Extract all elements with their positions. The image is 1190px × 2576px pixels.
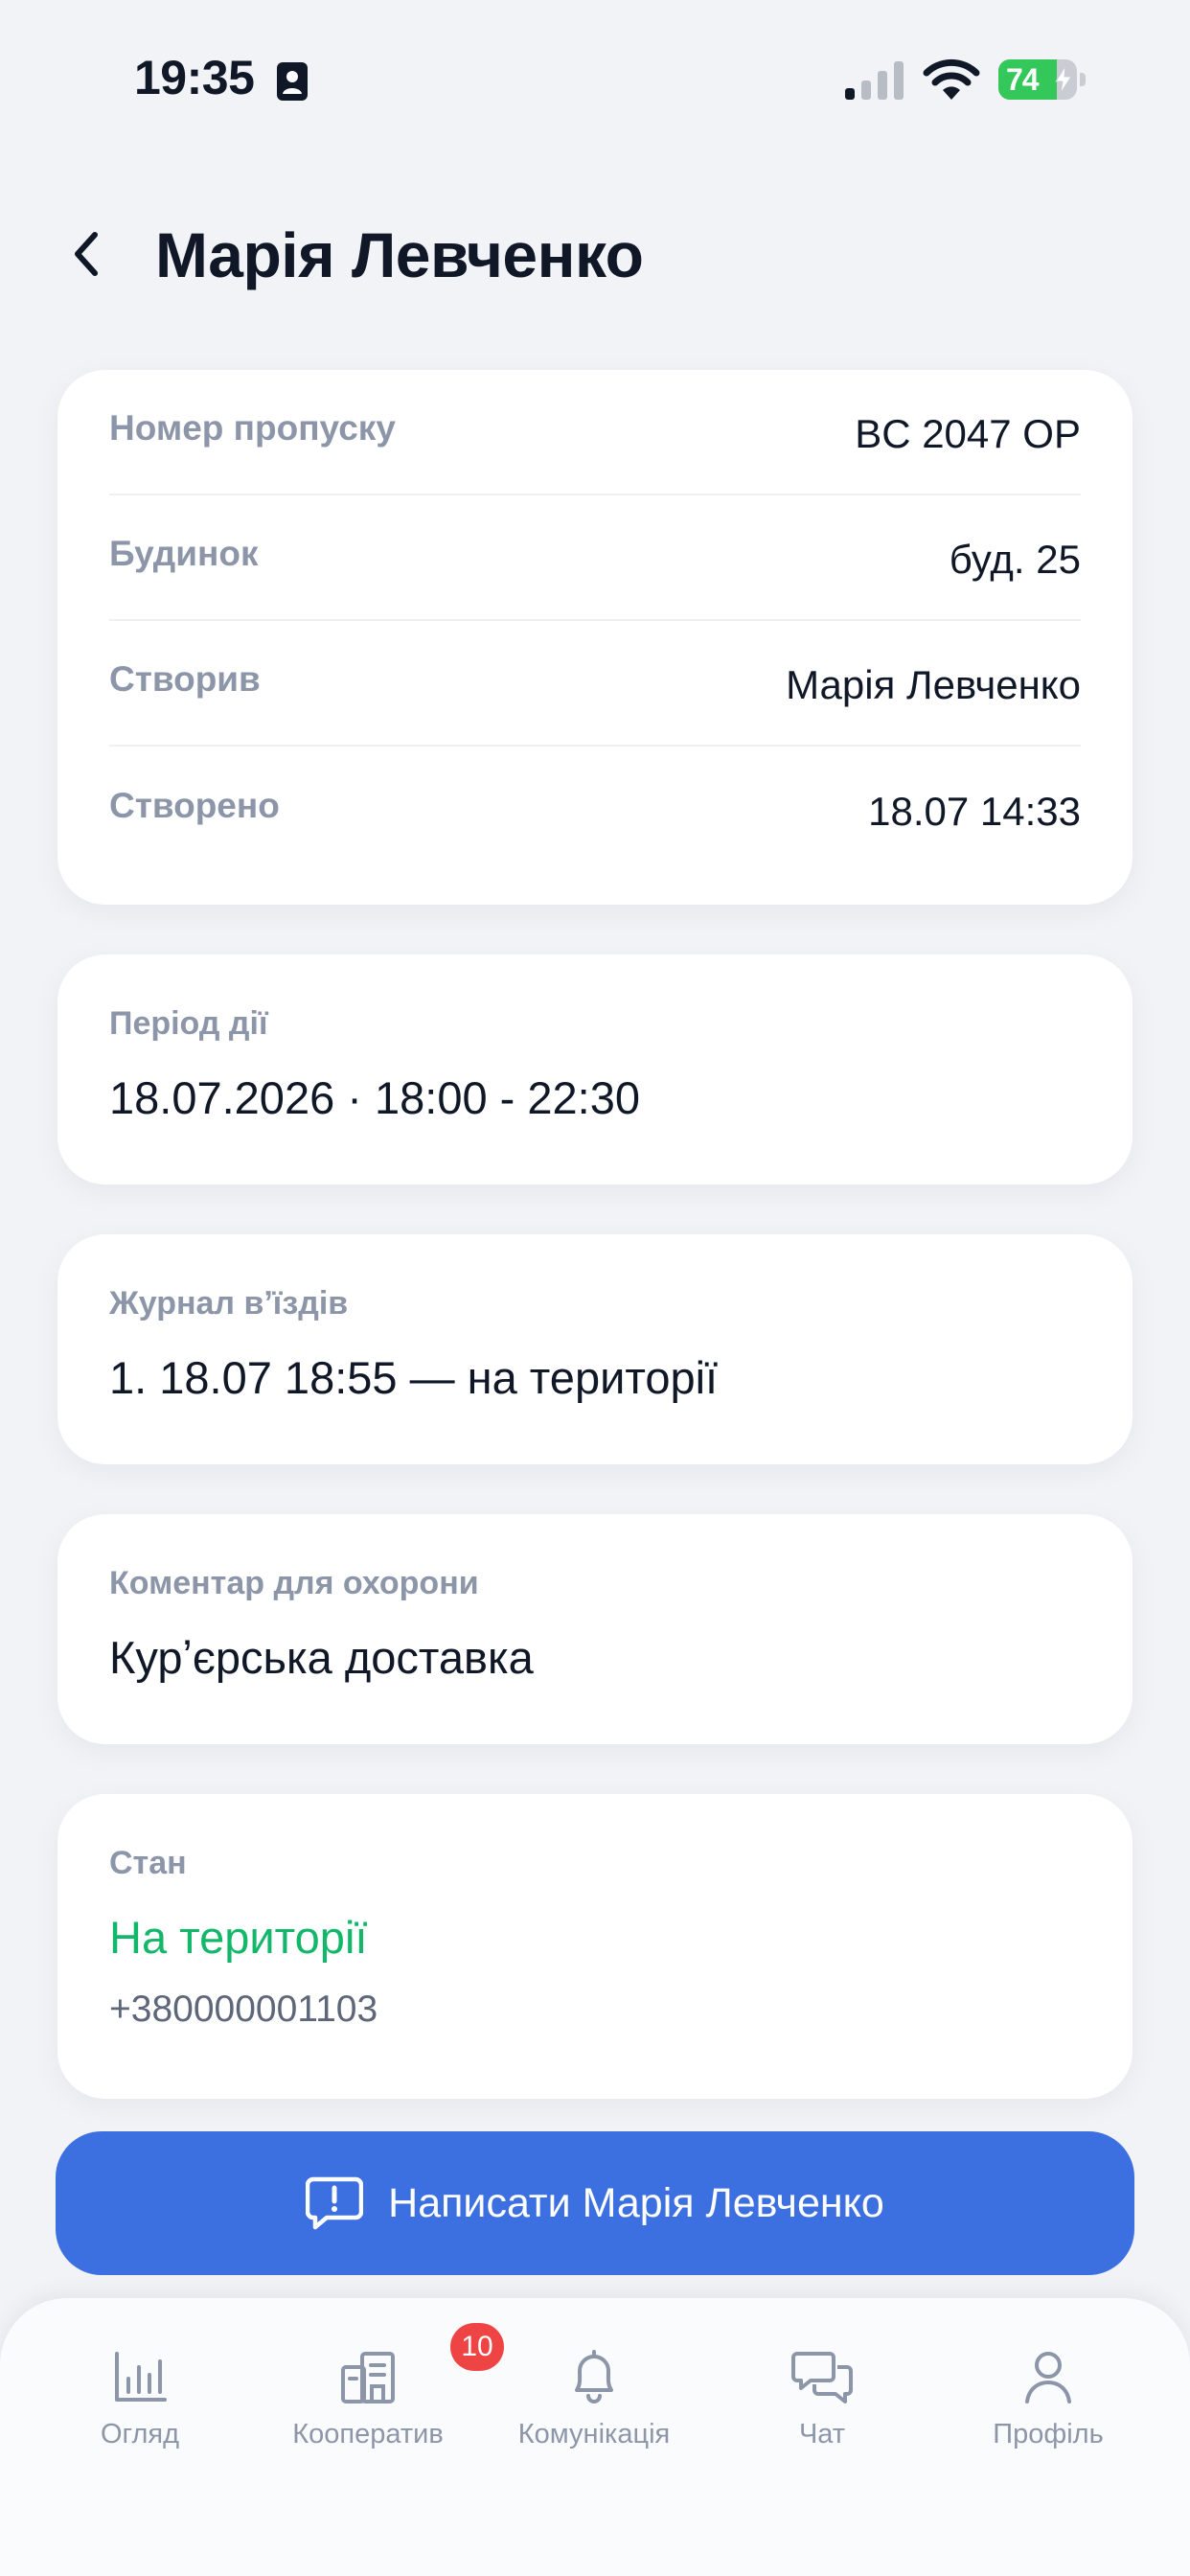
created-by-label: Створив xyxy=(109,658,261,699)
battery-indicator: 74 xyxy=(998,59,1086,100)
tab-communication-label: Комунікація xyxy=(517,2419,671,2450)
status-time: 19:35 xyxy=(134,51,255,104)
tab-overview[interactable]: Огляд xyxy=(34,2346,245,2450)
pass-details-card: Номер пропуску BC 2047 OP Будинок буд. 2… xyxy=(57,370,1133,905)
chevron-left-icon xyxy=(75,232,98,276)
validity-period-card: Період дії 18.07.2026 · 18:00 - 22:30 xyxy=(57,954,1133,1184)
pass-number-value: BC 2047 OP xyxy=(855,410,1081,456)
tab-cooperative-label: Кооператив xyxy=(292,2419,444,2450)
bar-chart-icon xyxy=(115,2352,167,2402)
phone-number: +380000001103 xyxy=(109,1989,378,2030)
battery-cap xyxy=(1080,73,1086,86)
tab-cooperative-icon-wrap: 10 xyxy=(337,2323,504,2407)
status-bar: 19:35 74 xyxy=(0,0,1190,163)
security-comment-card: Коментар для охорони Курʼєрська доставка xyxy=(57,1514,1133,1744)
write-message-button[interactable]: Написати Марія Левченко xyxy=(56,2131,1134,2275)
building-icon xyxy=(341,2352,395,2404)
entry-journal-label: Журнал вʼїздів xyxy=(109,1285,349,1322)
tab-chat-label: Чат xyxy=(798,2419,846,2450)
bell-icon xyxy=(575,2350,613,2404)
validity-period-value: 18.07.2026 · 18:00 - 22:30 xyxy=(109,1072,640,1123)
security-comment-value: Курʼєрська доставка xyxy=(109,1632,534,1683)
tab-communication[interactable]: Комунікація xyxy=(489,2346,699,2450)
entry-journal-card: Журнал вʼїздів 1. 18.07 18:55 — на терит… xyxy=(57,1234,1133,1464)
building-label: Будинок xyxy=(109,533,259,573)
chat-icon xyxy=(791,2352,853,2404)
created-at-row: Створено 18.07 14:33 xyxy=(109,747,1081,872)
back-button[interactable] xyxy=(57,220,115,288)
cellular-signal-icon xyxy=(845,61,904,100)
security-comment-label: Коментар для охорони xyxy=(109,1565,479,1601)
state-card: Стан На території +380000001103 xyxy=(57,1794,1133,2099)
pass-number-label: Номер пропуску xyxy=(109,407,396,448)
contact-card-icon xyxy=(277,62,308,101)
building-value: буд. 25 xyxy=(949,536,1081,582)
battery-body: 74 xyxy=(998,59,1077,100)
created-at-value: 18.07 14:33 xyxy=(868,788,1081,834)
validity-period-label: Період дії xyxy=(109,1005,268,1042)
tab-chat[interactable]: Чат xyxy=(717,2346,927,2450)
page-title: Марія Левченко xyxy=(155,219,644,290)
pass-number-row: Номер пропуску BC 2047 OP xyxy=(109,370,1081,495)
wifi-icon xyxy=(923,58,980,100)
write-message-label: Написати Марія Левченко xyxy=(388,2179,884,2226)
tab-cooperative[interactable]: 10 Кооператив xyxy=(263,2323,504,2450)
created-by-value: Марія Левченко xyxy=(786,661,1081,707)
created-by-row: Створив Марія Левченко xyxy=(109,621,1081,747)
building-row: Будинок буд. 25 xyxy=(109,495,1081,621)
state-status: На території xyxy=(109,1912,368,1963)
tab-profile-label: Профіль xyxy=(993,2419,1104,2450)
user-icon xyxy=(1025,2352,1071,2404)
entry-journal-item: 1. 18.07 18:55 — на території xyxy=(109,1352,719,1403)
message-alert-icon xyxy=(306,2176,364,2230)
tab-bar: Огляд 10 Кооператив Комунікація Чат Проф… xyxy=(0,2298,1190,2576)
charging-bolt-icon xyxy=(1055,66,1072,93)
pass-details-screen: 19:35 74 Марія Левченко Номер пропуску B… xyxy=(0,0,1190,2576)
tab-profile[interactable]: Профіль xyxy=(943,2346,1154,2450)
state-label: Стан xyxy=(109,1845,187,1881)
created-at-label: Створено xyxy=(109,785,280,825)
tab-overview-label: Огляд xyxy=(100,2419,180,2450)
